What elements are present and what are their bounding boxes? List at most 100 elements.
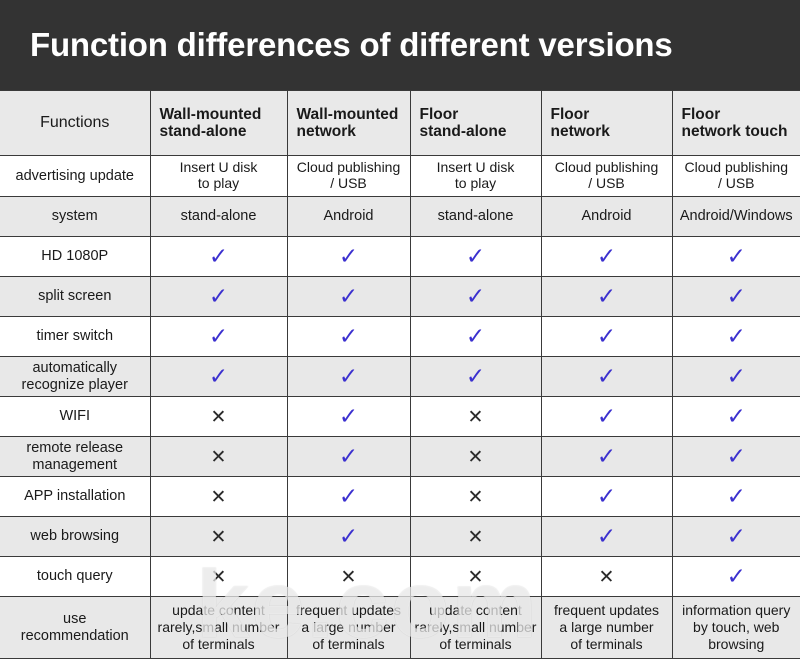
row-cell: Insert U disk to play (149, 155, 288, 197)
row-cell: ✓ (149, 236, 288, 277)
check-icon: ✓ (596, 244, 617, 270)
check-icon: ✓ (208, 364, 229, 390)
row-label: split screen (0, 276, 151, 317)
row-cell: ✕ (286, 556, 411, 597)
row-cell: frequent updates a large number of termi… (286, 596, 411, 659)
column-header-line2: network (296, 123, 356, 140)
row-cell: ✓ (671, 236, 800, 277)
row-label-line1: remote release (26, 440, 124, 457)
row-cell: stand-alone (149, 196, 288, 237)
row-label: touch query (0, 556, 151, 597)
row-cell: ✓ (671, 316, 800, 357)
row-cell: ✕ (149, 556, 288, 597)
row-cell: ✓ (540, 236, 673, 277)
check-icon: ✓ (726, 284, 746, 310)
row-cell: update content rarely,small number of te… (149, 596, 288, 659)
row-cell: ✓ (409, 276, 542, 317)
row-cell: ✓ (286, 436, 411, 477)
check-icon: ✓ (726, 524, 746, 550)
row-label-line1: automatically (32, 360, 118, 377)
cell-line2: a large number (301, 618, 396, 635)
cross-icon: ✕ (467, 485, 484, 508)
cell-line1: Cloud publishing (554, 159, 659, 176)
column-header-line2: network (550, 123, 610, 140)
row-cell: Android (286, 196, 411, 237)
column-header-line1: Wall-mounted (296, 105, 399, 123)
table-row: APP installation ✕ ✓ ✕ ✓ ✓ (0, 476, 800, 517)
row-cell: ✓ (671, 276, 800, 317)
column-header-functions: Functions (0, 90, 151, 156)
row-cell: stand-alone (409, 196, 542, 237)
check-icon: ✓ (726, 404, 746, 430)
row-label: system (0, 196, 151, 237)
row-cell: ✓ (149, 276, 288, 317)
cell-line3: of terminals (570, 636, 643, 653)
row-cell: ✓ (286, 356, 411, 397)
check-icon: ✓ (596, 444, 617, 470)
check-icon: ✓ (465, 284, 486, 310)
row-cell: ✓ (671, 516, 800, 557)
table-row: web browsing ✕ ✓ ✕ ✓ ✓ (0, 516, 800, 557)
title-banner: Function differences of different versio… (0, 0, 800, 90)
row-label: automatically recognize player (0, 356, 151, 397)
table-body: advertising update Insert U disk to play… (0, 155, 800, 659)
row-cell: ✕ (409, 516, 542, 557)
row-cell: ✓ (286, 476, 411, 517)
row-cell: ✓ (286, 276, 411, 317)
page-title: Function differences of different versio… (30, 26, 673, 63)
row-cell: ✕ (409, 436, 542, 477)
row-cell: frequent updates a large number of termi… (540, 596, 673, 659)
row-cell: Insert U disk to play (409, 155, 542, 197)
row-cell: ✓ (540, 436, 673, 477)
check-icon: ✓ (726, 364, 746, 390)
row-cell: ✓ (671, 436, 800, 477)
row-cell: ✓ (540, 276, 673, 317)
row-label-line2: recognize player (21, 376, 128, 393)
check-icon: ✓ (596, 324, 617, 350)
row-cell: ✓ (286, 396, 411, 437)
column-header-line1: Floor (681, 105, 721, 123)
row-label: use recommendation (0, 596, 151, 659)
row-cell: ✕ (409, 396, 542, 437)
check-icon: ✓ (338, 404, 359, 430)
cross-icon: ✕ (210, 525, 227, 548)
row-cell: ✓ (671, 476, 800, 517)
check-icon: ✓ (596, 484, 617, 510)
check-icon: ✓ (465, 324, 486, 350)
row-label: remote release management (0, 436, 151, 477)
cell-line1: Insert U disk (179, 159, 258, 176)
column-header-line1: Wall-mounted (159, 105, 262, 123)
column-header-floor-network: Floor network (540, 90, 673, 156)
row-cell: ✕ (149, 516, 288, 557)
check-icon: ✓ (726, 564, 746, 590)
row-cell: ✓ (540, 476, 673, 517)
column-header-line1: Floor (550, 105, 590, 123)
cell-line1: update content (172, 601, 265, 618)
table-row: automatically recognize player ✓ ✓ ✓ ✓ ✓ (0, 356, 800, 397)
check-icon: ✓ (208, 284, 229, 310)
cross-icon: ✕ (467, 565, 484, 588)
cross-icon: ✕ (467, 405, 484, 428)
check-icon: ✓ (726, 484, 746, 510)
row-cell: ✓ (540, 356, 673, 397)
row-cell: ✓ (286, 516, 411, 557)
cell-line3: browsing (708, 636, 765, 653)
table-row: HD 1080P ✓ ✓ ✓ ✓ ✓ (0, 236, 800, 277)
check-icon: ✓ (726, 444, 746, 470)
cell-line3: of terminals (439, 636, 512, 653)
column-header-line2: network touch (681, 123, 788, 140)
row-cell: ✓ (409, 236, 542, 277)
row-label-line1: use (63, 611, 87, 628)
column-header-line2: stand-alone (159, 123, 247, 140)
column-header-line2: stand-alone (419, 123, 507, 140)
table-row: touch query ✕ ✕ ✕ ✕ ✓ (0, 556, 800, 597)
cell-line1: Insert U disk (436, 159, 515, 176)
cross-icon: ✕ (598, 565, 615, 588)
cell-line2: / USB (717, 175, 755, 191)
cell-line2: by touch, web (693, 618, 780, 635)
cell-line1: Cloud publishing (296, 159, 401, 176)
row-cell: ✕ (149, 436, 288, 477)
row-cell: ✓ (671, 556, 800, 597)
check-icon: ✓ (596, 364, 617, 390)
table-row: timer switch ✓ ✓ ✓ ✓ ✓ (0, 316, 800, 357)
